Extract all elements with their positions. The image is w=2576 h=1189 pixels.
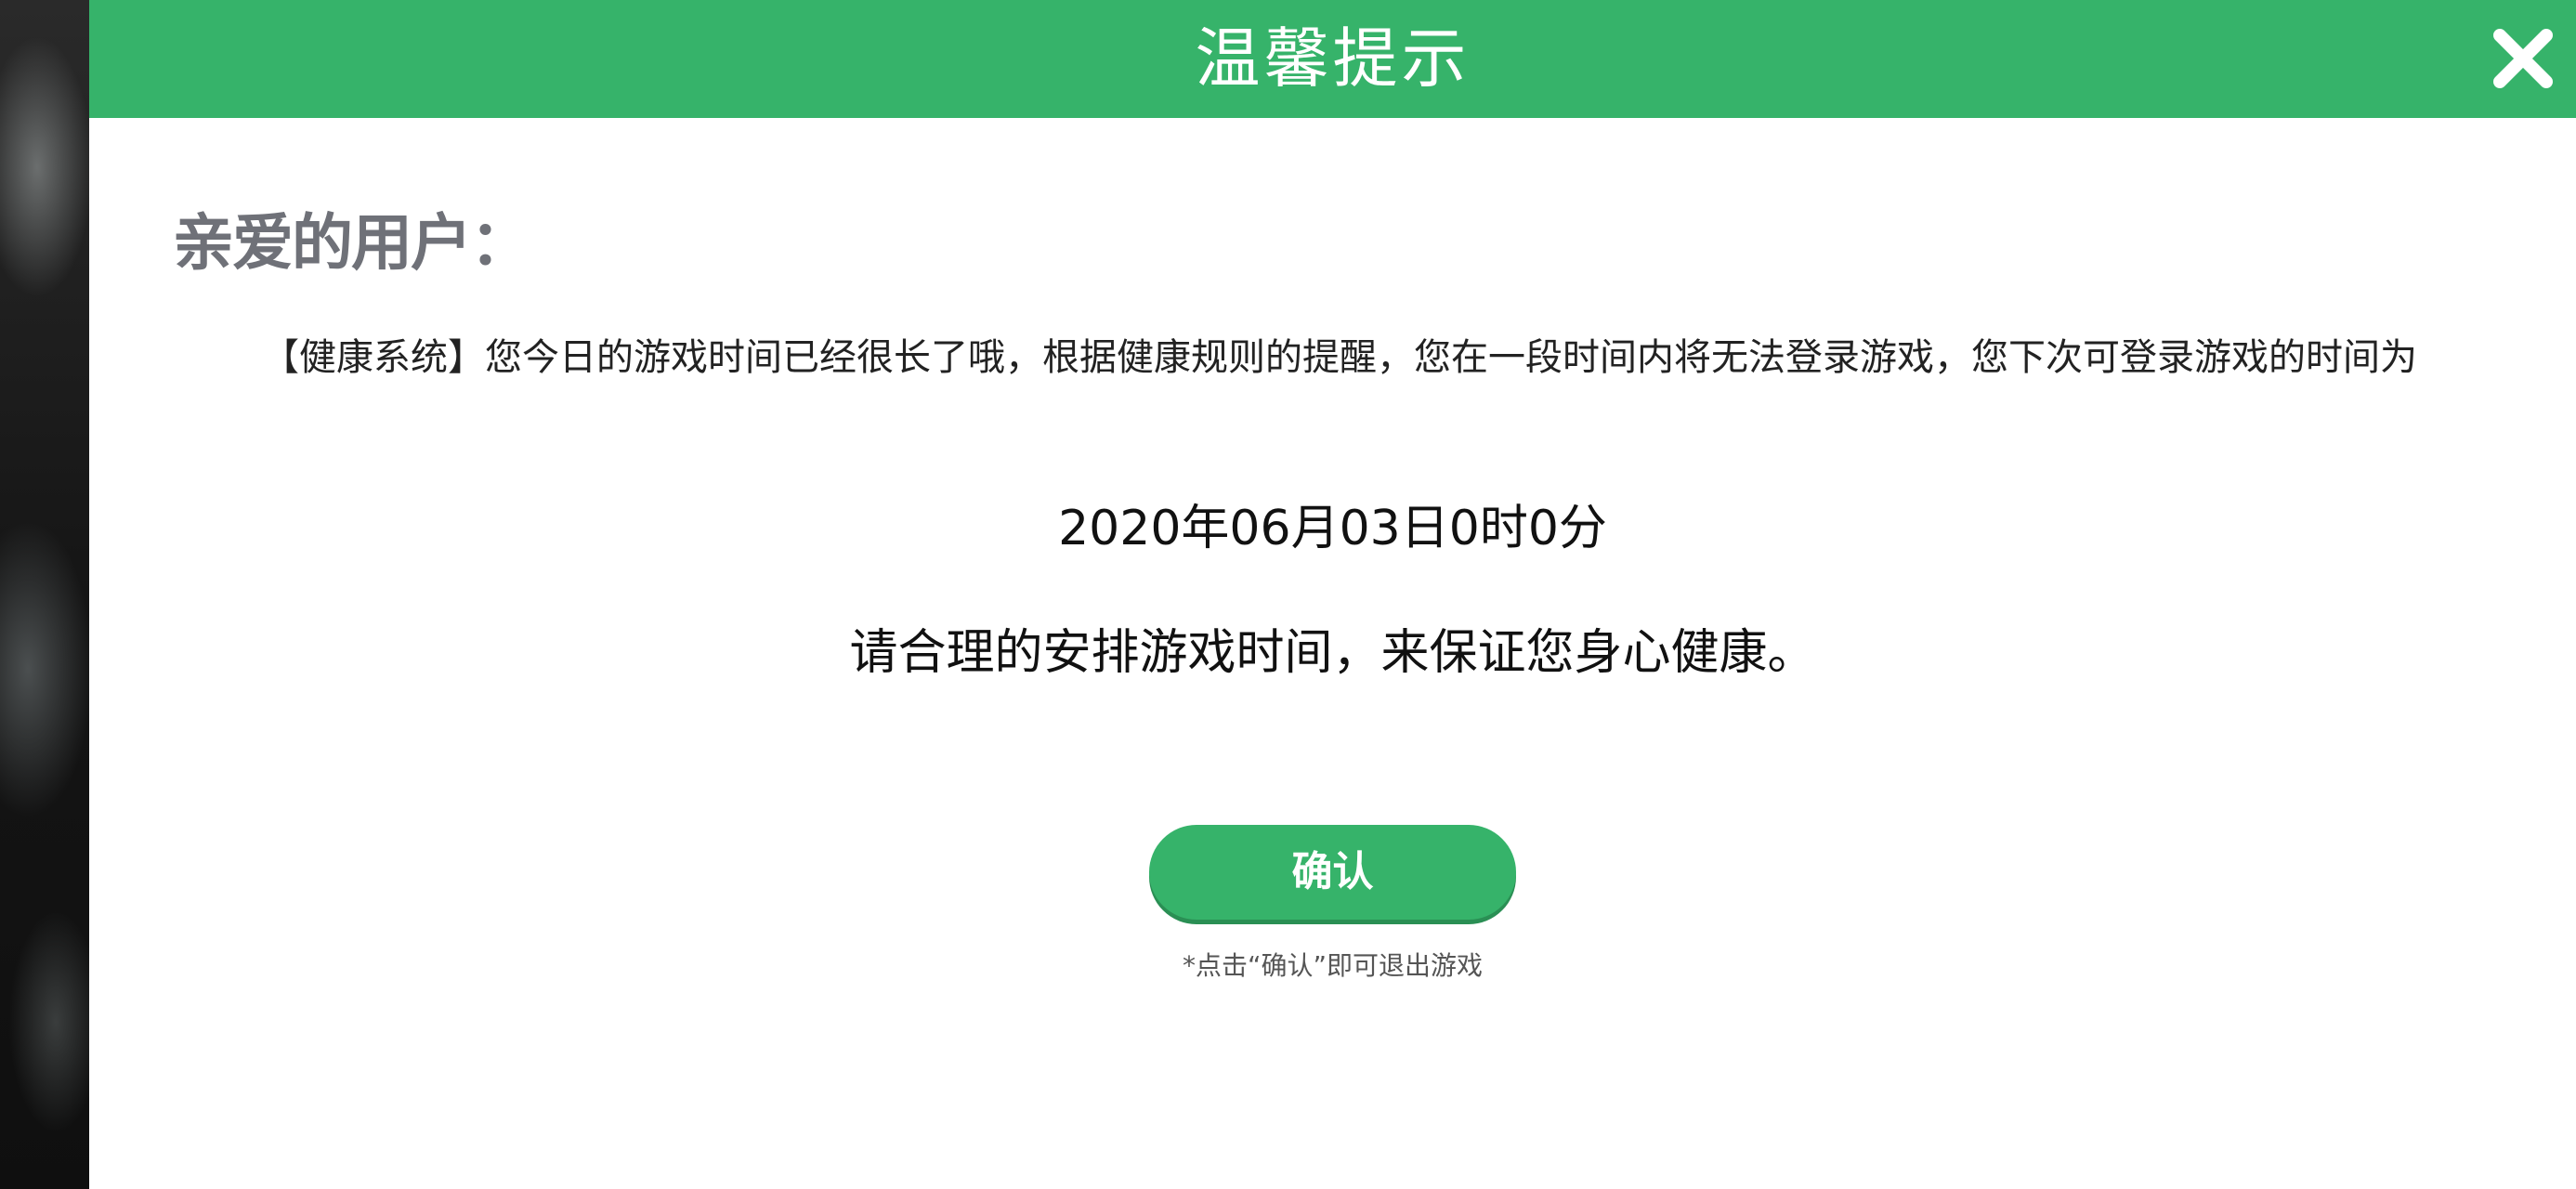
dialog-title: 温馨提示 (1195, 20, 1471, 97)
next-login-time: 2020年06月03日0时0分 (1058, 501, 1607, 556)
close-button[interactable] (2479, 15, 2567, 102)
greeting-heading: 亲爱的用户： (173, 207, 531, 279)
health-system-message: 【健康系统】您今日的游戏时间已经很长了哦，根据健康规则的提醒，您在一段时间内将无… (262, 336, 2417, 379)
health-reminder-dialog: 温馨提示 亲爱的用户： 【健康系统】您今日的游戏时间已经很长了哦，根据健康规则的… (89, 0, 2576, 1189)
game-background (0, 0, 89, 1189)
exit-footnote: *点击“确认”即可退出游戏 (1182, 950, 1483, 981)
confirm-button[interactable]: 确认 (1149, 825, 1516, 920)
dialog-header: 温馨提示 (89, 0, 2576, 118)
close-icon (2493, 29, 2553, 88)
health-advice: 请合理的安排游戏时间，来保证您身心健康。 (849, 625, 1816, 681)
